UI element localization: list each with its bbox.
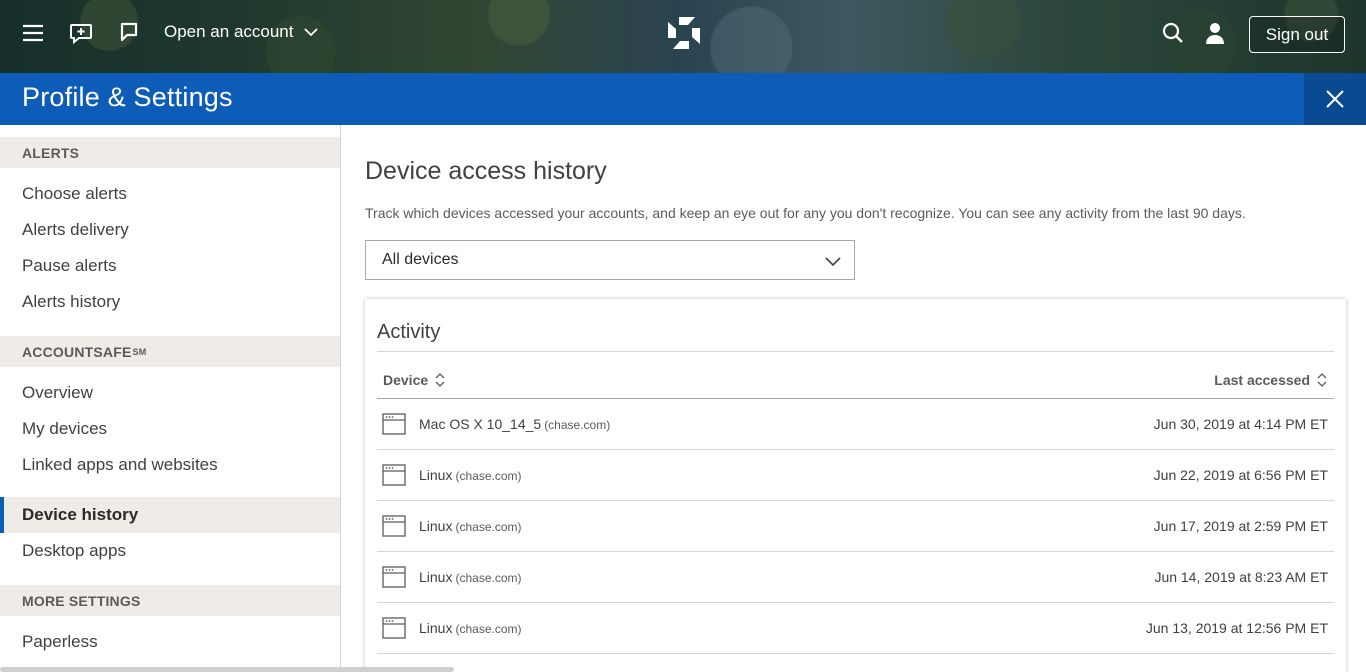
sidebar-item-choose-alerts[interactable]: Choose alerts [0, 176, 340, 212]
sidebar-item-pause-alerts[interactable]: Pause alerts [0, 248, 340, 284]
table-row[interactable]: Linux (chase.com) Jun 13, 2019 at 12:56 P… [377, 603, 1334, 654]
table-row[interactable]: Linux (chase.com) Jun 14, 2019 at 8:23 AM… [377, 552, 1334, 603]
sidebar-item-linked-apps[interactable]: Linked apps and websites [0, 447, 340, 483]
sidebar-item-desktop-apps[interactable]: Desktop apps [0, 533, 340, 569]
page-title: Device access history [365, 157, 607, 185]
sort-icon [435, 373, 445, 387]
sidebar-item-paperless[interactable]: Paperless [0, 624, 340, 660]
browser-window-icon [382, 515, 406, 537]
device-filter-value: All devices [382, 251, 459, 268]
sidebar-item-alerts-history[interactable]: Alerts history [0, 284, 340, 320]
column-header-last-accessed[interactable]: Last accessed [1214, 372, 1328, 388]
chevron-down-icon [304, 28, 319, 37]
open-account-dropdown[interactable]: Open an account [164, 22, 319, 42]
profile-icon[interactable] [1202, 20, 1228, 46]
sidebar-section-more-settings: MORE SETTINGS [0, 585, 340, 616]
page-description: Track which devices accessed your accoun… [365, 205, 1246, 221]
divider [377, 351, 1334, 352]
table-row[interactable]: Mac OS X 10_14_5 (chase.com) Jun 30, 2019… [377, 399, 1334, 450]
browser-window-icon [382, 413, 406, 435]
last-accessed-time: Jun 13, 2019 at 12:56 PM ET [1145, 620, 1328, 636]
device-name: Linux (chase.com) [419, 569, 522, 585]
chevron-down-icon [825, 257, 841, 267]
browser-window-icon [382, 464, 406, 486]
device-source: (chase.com) [455, 622, 522, 636]
device-name: Linux (chase.com) [419, 518, 522, 534]
activity-card: Activity Device Last accessed Mac OS X 1… [365, 299, 1346, 672]
sidebar-item-alerts-delivery[interactable]: Alerts delivery [0, 212, 340, 248]
open-account-label: Open an account [164, 22, 294, 41]
device-source: (chase.com) [455, 469, 522, 483]
sort-icon [1317, 373, 1327, 387]
menu-icon[interactable] [20, 20, 46, 46]
device-filter-select[interactable]: All devices [365, 240, 855, 280]
chat-icon[interactable] [68, 20, 94, 46]
page-header-title: Profile & Settings [22, 82, 233, 112]
device-source: (chase.com) [455, 520, 522, 534]
settings-header: Profile & Settings [0, 73, 1366, 125]
device-source: (chase.com) [455, 571, 522, 585]
browser-window-icon [382, 617, 406, 639]
table-row[interactable]: Linux (chase.com) Jun 17, 2019 at 2:59 PM… [377, 501, 1334, 552]
sidebar-item-overview[interactable]: Overview [0, 375, 340, 411]
sidebar-item-my-devices[interactable]: My devices [0, 411, 340, 447]
sign-out-button[interactable]: Sign out [1249, 16, 1345, 53]
device-source: (chase.com) [544, 418, 611, 432]
activity-title: Activity [377, 321, 441, 343]
last-accessed-time: Jun 17, 2019 at 2:59 PM ET [1153, 518, 1328, 534]
sidebar-section-accountsafe: ACCOUNTSAFE SM [0, 336, 340, 367]
device-name: Mac OS X 10_14_5 (chase.com) [419, 416, 611, 432]
top-navigation-bar: Open an account Sign out [0, 0, 1366, 73]
close-icon [1326, 90, 1344, 108]
last-accessed-time: Jun 22, 2019 at 6:56 PM ET [1153, 467, 1328, 483]
bookmark-icon[interactable] [116, 20, 142, 46]
device-name: Linux (chase.com) [419, 467, 522, 483]
service-mark: SM [132, 346, 147, 357]
horizontal-scrollbar[interactable] [0, 667, 454, 672]
table-row[interactable]: Linux (chase.com) Jun 22, 2019 at 6:56 PM… [377, 450, 1334, 501]
search-icon[interactable] [1160, 20, 1186, 46]
column-header-device[interactable]: Device [383, 372, 446, 388]
last-accessed-time: Jun 30, 2019 at 4:14 PM ET [1153, 416, 1328, 432]
browser-window-icon [382, 566, 406, 588]
last-accessed-time: Jun 14, 2019 at 8:23 AM ET [1154, 569, 1328, 585]
close-button[interactable] [1304, 73, 1366, 125]
device-name: Linux (chase.com) [419, 620, 522, 636]
settings-sidebar: ALERTS Choose alerts Alerts delivery Pau… [0, 125, 341, 672]
sidebar-section-alerts: ALERTS [0, 137, 340, 168]
sidebar-item-device-history[interactable]: Device history [0, 497, 340, 533]
chase-logo[interactable] [666, 15, 702, 51]
